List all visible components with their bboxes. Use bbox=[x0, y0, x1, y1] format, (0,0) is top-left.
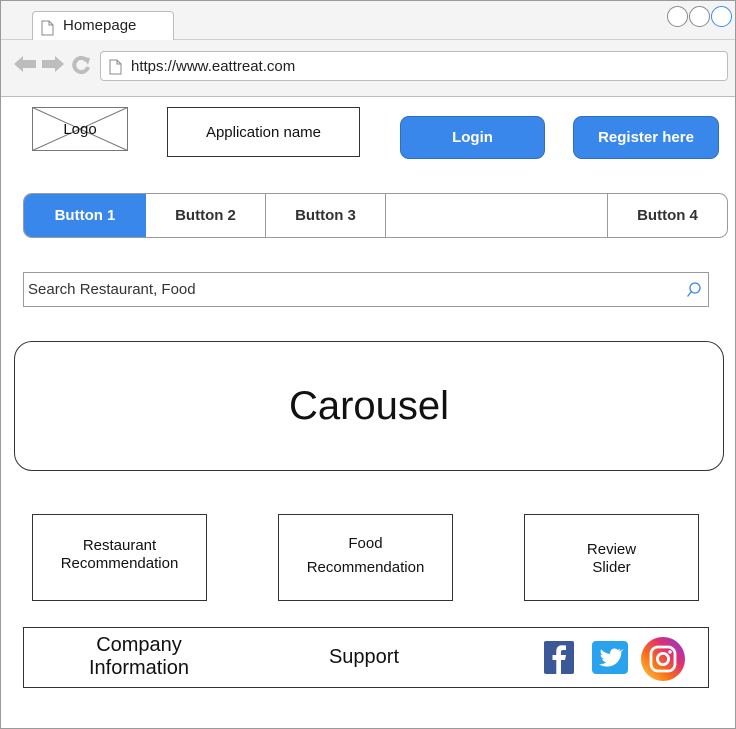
window-maximize-button[interactable] bbox=[689, 6, 710, 27]
search-icon[interactable] bbox=[686, 281, 702, 299]
app-name: Application name bbox=[205, 123, 322, 141]
company-information-link[interactable]: Company Information bbox=[64, 634, 214, 680]
nav-button-4[interactable]: Button 4 bbox=[608, 194, 727, 237]
carousel[interactable]: Carousel bbox=[14, 341, 724, 471]
browser-toolbar: https://www.eattreat.com bbox=[1, 40, 735, 97]
register-label: Register here bbox=[598, 129, 694, 146]
login-label: Login bbox=[452, 129, 493, 146]
window-minimize-button[interactable] bbox=[667, 6, 688, 27]
food-recommendation-card[interactable]: Food Recommendation bbox=[278, 514, 453, 601]
page-icon bbox=[41, 20, 54, 41]
tab-homepage[interactable]: Homepage bbox=[32, 11, 174, 40]
app-name-box: Application name bbox=[167, 107, 360, 157]
review-slider-card[interactable]: Review Slider bbox=[524, 514, 699, 601]
browser-window: Homepage https://www.eattreat.com Logo A… bbox=[0, 0, 736, 729]
carousel-label: Carousel bbox=[288, 383, 450, 428]
support-link[interactable]: Support bbox=[304, 646, 424, 669]
back-arrow-icon[interactable] bbox=[13, 55, 37, 73]
tab-bar: Homepage bbox=[1, 1, 735, 40]
forward-arrow-icon[interactable] bbox=[41, 55, 65, 73]
nav-button-1[interactable]: Button 1 bbox=[24, 194, 146, 237]
search-placeholder: Search Restaurant, Food bbox=[28, 281, 196, 298]
window-controls bbox=[667, 6, 732, 27]
facebook-icon[interactable] bbox=[544, 641, 574, 674]
nav-button-3[interactable]: Button 3 bbox=[266, 194, 386, 237]
register-button[interactable]: Register here bbox=[573, 116, 719, 159]
search-input[interactable]: Search Restaurant, Food bbox=[23, 272, 709, 307]
address-bar[interactable]: https://www.eattreat.com bbox=[100, 51, 728, 81]
login-button[interactable]: Login bbox=[400, 116, 545, 159]
restaurant-recommendation-card[interactable]: Restaurant Recommendation bbox=[32, 514, 207, 601]
twitter-icon[interactable] bbox=[592, 641, 628, 674]
nav-button-empty[interactable] bbox=[386, 194, 608, 237]
page-icon bbox=[109, 59, 122, 80]
reload-icon[interactable] bbox=[71, 55, 91, 75]
tab-title: Homepage bbox=[63, 17, 137, 34]
window-close-button[interactable] bbox=[711, 6, 732, 27]
logo-label: Logo bbox=[63, 121, 97, 138]
nav-button-bar: Button 1 Button 2 Button 3 Button 4 bbox=[23, 193, 728, 238]
logo-placeholder: Logo bbox=[32, 107, 128, 151]
footer: Company Information Support bbox=[23, 627, 709, 688]
instagram-icon[interactable] bbox=[640, 636, 686, 682]
nav-button-2[interactable]: Button 2 bbox=[146, 194, 266, 237]
url-text: https://www.eattreat.com bbox=[131, 58, 296, 75]
